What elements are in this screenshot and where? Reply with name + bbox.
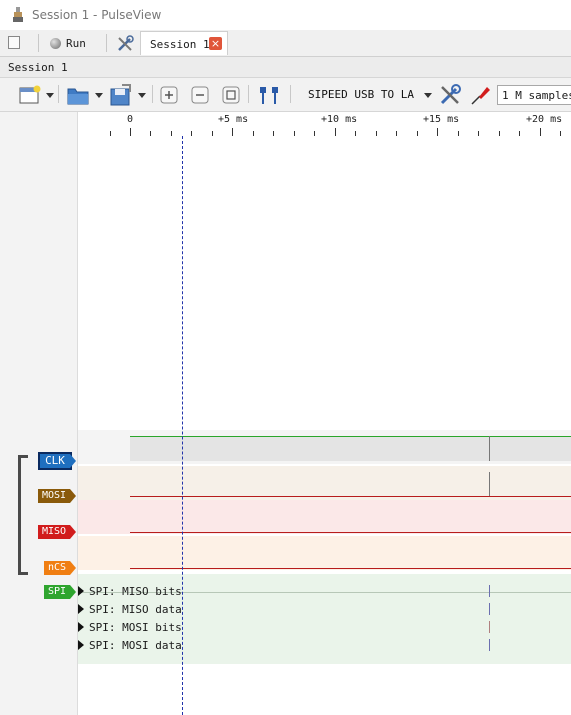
ruler-tick-label: +5 ms — [218, 114, 249, 125]
session-header: Session 1 — [0, 57, 571, 78]
decoder-row-mosi-bits[interactable]: SPI: MOSI bits — [78, 621, 182, 637]
device-selector[interactable]: SIPEED USB TO LA — [308, 88, 414, 101]
zoom-in-icon[interactable] — [160, 86, 178, 104]
toolbar-separator — [38, 34, 39, 52]
open-folder-icon[interactable] — [66, 84, 90, 106]
ruler-tick-label: +10 ms — [321, 114, 358, 125]
time-ruler[interactable]: 0 +5 ms +10 ms +15 ms +20 ms — [78, 112, 571, 136]
channel-arrow — [70, 454, 76, 468]
ruler-tick-label: 0 — [127, 114, 134, 125]
zoom-fit-icon[interactable] — [222, 86, 240, 104]
time-cursor[interactable] — [182, 136, 183, 715]
expand-icon[interactable] — [78, 640, 84, 650]
decoder-row-label: SPI: MOSI bits — [89, 621, 182, 634]
decoder-tag-spi[interactable]: SPI — [44, 585, 76, 599]
chevron-down-icon[interactable] — [46, 93, 54, 98]
channel-arrow — [70, 525, 76, 539]
mosi-signal — [130, 496, 571, 497]
decoder-mark — [489, 603, 490, 615]
clk-high-region — [130, 436, 571, 461]
decoder-mark — [489, 585, 490, 597]
session-title: Session 1 — [8, 61, 68, 74]
device-config-icon[interactable] — [116, 35, 134, 53]
channel-tag-miso[interactable]: MISO — [38, 525, 76, 539]
clk-signal — [130, 436, 571, 437]
toolbar-separator — [290, 85, 291, 103]
chevron-down-icon[interactable] — [424, 93, 432, 98]
decoder-row-label: SPI: MISO data — [89, 603, 182, 616]
toolbar-separator — [248, 85, 249, 103]
ruler-major-tick — [540, 128, 541, 136]
decoder-arrow — [70, 585, 76, 599]
ruler-major-tick — [130, 128, 131, 136]
clk-edge — [489, 436, 490, 461]
sample-count-value: 1 M samples — [502, 89, 571, 102]
toolbar-separator — [106, 34, 107, 52]
tab-label: Session 1 — [150, 38, 210, 51]
channel-arrow — [70, 561, 76, 575]
channel-label: CLK — [45, 454, 65, 467]
expand-icon[interactable] — [78, 604, 84, 614]
title-bar: Session 1 - PulseView — [0, 0, 571, 30]
chevron-down-icon[interactable] — [95, 93, 103, 98]
miso-signal — [130, 532, 571, 533]
chevron-down-icon[interactable] — [138, 93, 146, 98]
miso-row-band — [78, 500, 571, 534]
close-icon[interactable]: × — [209, 37, 222, 50]
channel-tag-clk[interactable]: CLK — [38, 452, 76, 470]
decoder-row-mosi-data[interactable]: SPI: MOSI data — [78, 639, 182, 655]
new-session-icon[interactable] — [18, 85, 42, 105]
main-toolbar: Run Session 1 × — [0, 30, 571, 57]
channel-tag-ncs[interactable]: nCS — [44, 561, 76, 575]
save-icon[interactable] — [108, 83, 134, 107]
channel-tag-mosi[interactable]: MOSI — [38, 489, 76, 503]
channel-group-bracket[interactable] — [18, 455, 28, 575]
tab-session-1[interactable]: Session 1 × — [140, 31, 228, 55]
decoder-mark — [489, 621, 490, 633]
expand-icon[interactable] — [78, 586, 84, 596]
channel-label: MISO — [41, 526, 67, 537]
window-title: Session 1 - PulseView — [32, 8, 162, 22]
channel-label: MOSI — [41, 490, 67, 501]
channel-header-column — [0, 112, 78, 715]
mosi-row-band — [78, 466, 571, 500]
decoder-row-label: SPI: MOSI data — [89, 639, 182, 652]
toolbar-separator — [152, 85, 153, 103]
cursor-pair-icon[interactable] — [257, 84, 281, 106]
ruler-major-tick — [232, 128, 233, 136]
decoder-row-miso-data[interactable]: SPI: MISO data — [78, 603, 182, 619]
decoder-label: SPI — [47, 586, 67, 597]
new-session-icon[interactable] — [8, 36, 20, 49]
decoder-row-label: SPI: MISO bits — [89, 585, 182, 598]
channel-arrow — [70, 489, 76, 503]
channel-label: nCS — [47, 562, 67, 573]
ruler-major-tick — [335, 128, 336, 136]
expand-icon[interactable] — [78, 622, 84, 632]
decoder-mark — [489, 639, 490, 651]
ruler-tick-label: +20 ms — [526, 114, 563, 125]
probe-icon[interactable] — [469, 83, 493, 107]
zoom-out-icon[interactable] — [191, 86, 209, 104]
ncs-signal — [130, 568, 571, 569]
ruler-major-tick — [437, 128, 438, 136]
decoder-row-miso-bits[interactable]: SPI: MISO bits — [78, 585, 182, 601]
run-icon — [50, 37, 61, 49]
device-config-icon[interactable] — [438, 83, 462, 107]
ncs-row-band — [78, 536, 571, 570]
mosi-edge — [489, 472, 490, 496]
toolbar-separator — [58, 85, 59, 103]
run-button[interactable]: Run — [44, 33, 94, 53]
run-label: Run — [66, 36, 86, 50]
ruler-tick-label: +15 ms — [423, 114, 460, 125]
sample-count-selector[interactable]: 1 M samples — [497, 85, 571, 105]
pulseview-probe-icon — [13, 7, 23, 22]
session-toolbar: SIPEED USB TO LA 1 M samples — [0, 78, 571, 112]
